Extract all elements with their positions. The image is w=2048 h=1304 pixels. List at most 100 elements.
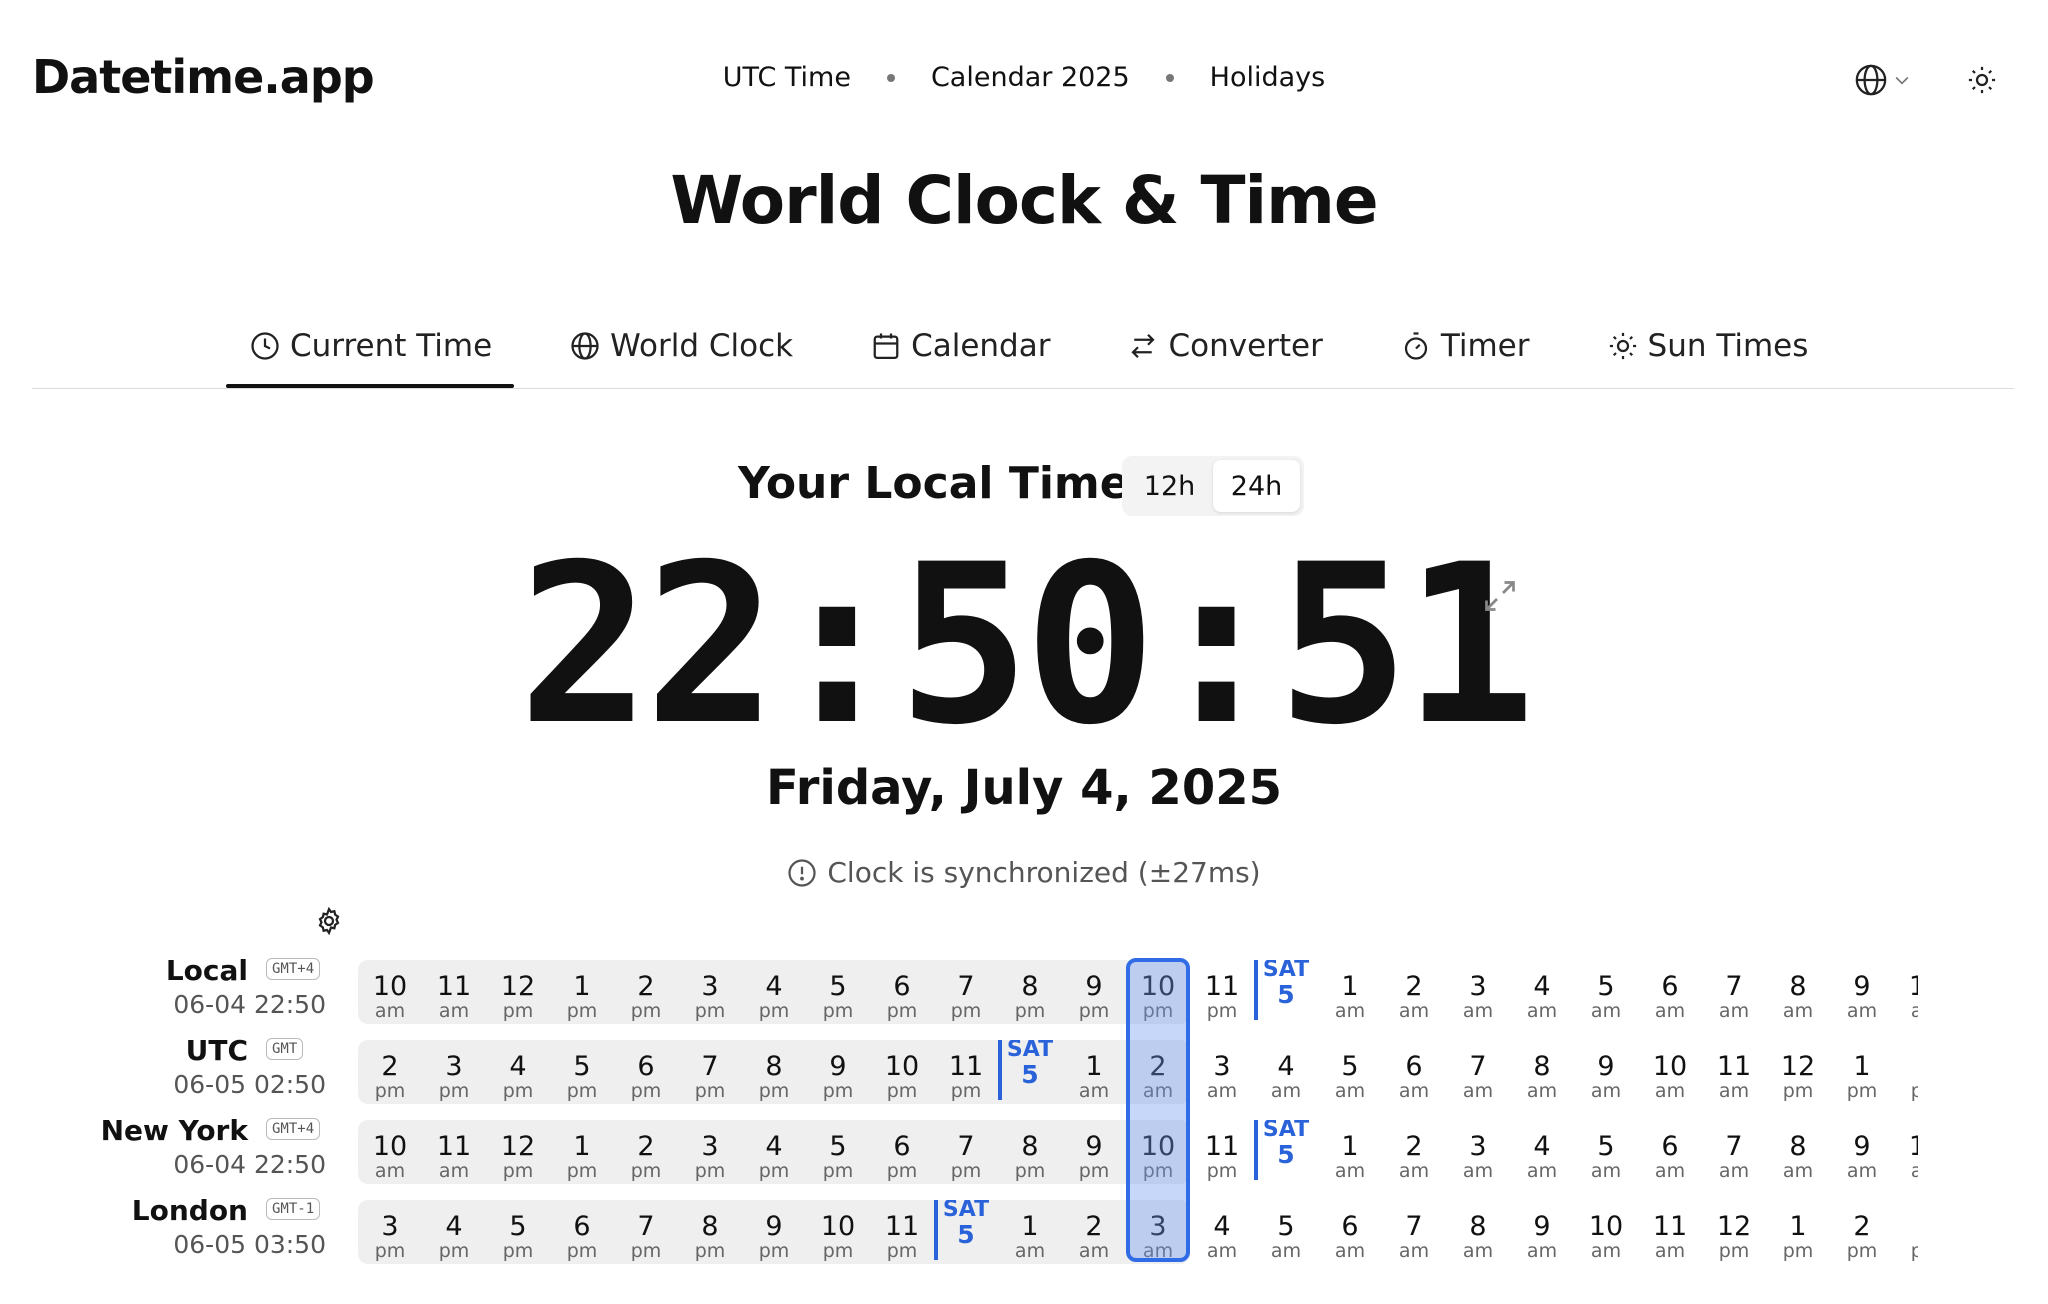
hour-cell[interactable]: 4 pm: [742, 960, 806, 1024]
hour-cell[interactable]: 10am: [358, 1120, 422, 1184]
hour-cell[interactable]: 3 am: [1446, 1120, 1510, 1184]
hour-cell[interactable]: 1 am: [1318, 960, 1382, 1024]
hour-strip[interactable]: 10 am 11 am 12 pm 1 pm 2 pm 3 pm 4 pm 5 pm 6 pm 7 pm 8 pm 9 pm 1…: [358, 960, 1918, 1024]
hour-cell[interactable]: 5 pm: [806, 960, 870, 1024]
hour-cell[interactable]: 4 am: [1510, 1120, 1574, 1184]
tab-sun-times[interactable]: Sun Times: [1584, 318, 1831, 374]
hour-cell[interactable]: 5 pm: [806, 1120, 870, 1184]
hour-cell[interactable]: 7 am: [1446, 1040, 1510, 1104]
hour-cell[interactable]: 10 pm: [1126, 1120, 1190, 1184]
nav-link-utc-time[interactable]: UTC Time: [723, 62, 851, 93]
hour-cell[interactable]: 1 pm: [1830, 1040, 1894, 1104]
fullscreen-button[interactable]: [1482, 578, 1518, 614]
format-12h-button[interactable]: 12h: [1126, 460, 1213, 512]
hour-cell[interactable]: 1 am: [998, 1200, 1062, 1264]
hour-strip[interactable]: 3 pm 4 pm 5 pm 6 pm 7 pm 8 pm 9 pm 10 pm 11 pm SAT 5 1 am 2 am 3…: [358, 1200, 1918, 1264]
hour-cell[interactable]: 7 pm: [934, 960, 998, 1024]
hour-cell[interactable]: 6 pm: [870, 1120, 934, 1184]
hour-cell[interactable]: 3 am: [1126, 1200, 1190, 1264]
timezone-settings-button[interactable]: [314, 906, 346, 938]
hour-cell[interactable]: 2pm: [614, 960, 678, 1024]
hour-cell[interactable]: 5 pm: [550, 1040, 614, 1104]
hour-cell[interactable]: 6 am: [1638, 1120, 1702, 1184]
hour-cell[interactable]: 11 pm: [1190, 960, 1254, 1024]
hour-cell[interactable]: 3pm: [678, 1120, 742, 1184]
hour-cell[interactable]: 1 am: [1062, 1040, 1126, 1104]
hour-cell[interactable]: 12 pm: [1702, 1200, 1766, 1264]
hour-cell[interactable]: 11 pm: [934, 1040, 998, 1104]
hour-cell[interactable]: 10am: [1894, 960, 1918, 1024]
hour-cell[interactable]: 9 pm: [806, 1040, 870, 1104]
hour-cell[interactable]: 2 am: [1126, 1040, 1190, 1104]
hour-cell[interactable]: 6 pm: [550, 1200, 614, 1264]
hour-strip[interactable]: 2 pm 3 pm 4 pm 5 pm 6 pm 7 pm 8 pm 9 pm 10 pm 11 pm SAT 5 1 am 2…: [358, 1040, 1918, 1104]
hour-cell[interactable]: 10am: [1574, 1200, 1638, 1264]
hour-cell[interactable]: 5 pm: [486, 1200, 550, 1264]
hour-cell[interactable]: 3 am: [1446, 960, 1510, 1024]
hour-cell[interactable]: 12 pm: [486, 960, 550, 1024]
hour-cell[interactable]: 8 am: [1446, 1200, 1510, 1264]
hour-cell[interactable]: 3pm: [678, 960, 742, 1024]
hour-cell[interactable]: 6 am: [1382, 1040, 1446, 1104]
hour-cell[interactable]: 7 am: [1702, 1120, 1766, 1184]
hour-cell[interactable]: 8 pm: [742, 1040, 806, 1104]
tab-calendar[interactable]: Calendar: [847, 318, 1072, 374]
hour-cell[interactable]: 7 am: [1382, 1200, 1446, 1264]
hour-cell[interactable]: 8 pm: [998, 1120, 1062, 1184]
hour-cell[interactable]: 4 pm: [422, 1200, 486, 1264]
hour-cell[interactable]: 11 am: [1702, 1040, 1766, 1104]
hour-cell[interactable]: 10 pm: [870, 1040, 934, 1104]
hour-cell[interactable]: 12 pm: [1766, 1040, 1830, 1104]
hour-cell[interactable]: 9 am: [1830, 960, 1894, 1024]
hour-cell[interactable]: 8 pm: [998, 960, 1062, 1024]
hour-cell[interactable]: 4 am: [1254, 1040, 1318, 1104]
hour-strip[interactable]: 10 am 11 am 12 pm 1 pm 2 pm 3 pm 4 pm 5 pm 6 pm 7 pm 8 pm 9 pm 1…: [358, 1120, 1918, 1184]
hour-cell[interactable]: 5 am: [1574, 1120, 1638, 1184]
hour-cell[interactable]: 2pm: [1894, 1040, 1918, 1104]
hour-cell[interactable]: 10 pm: [1126, 960, 1190, 1024]
hour-cell[interactable]: 9 am: [1574, 1040, 1638, 1104]
hour-cell[interactable]: 10 pm: [806, 1200, 870, 1264]
hour-cell[interactable]: 2 am: [1062, 1200, 1126, 1264]
hour-cell[interactable]: 7 pm: [614, 1200, 678, 1264]
hour-cell[interactable]: 3 am: [1190, 1040, 1254, 1104]
hour-cell[interactable]: 5 am: [1574, 960, 1638, 1024]
hour-cell[interactable]: 8 pm: [678, 1200, 742, 1264]
hour-cell[interactable]: 6 am: [1638, 960, 1702, 1024]
hour-cell[interactable]: 9 pm: [1062, 960, 1126, 1024]
hour-cell[interactable]: 6 am: [1318, 1200, 1382, 1264]
format-24h-button[interactable]: 24h: [1213, 460, 1300, 512]
hour-cell[interactable]: 1 pm: [1766, 1200, 1830, 1264]
hour-cell[interactable]: 2pm: [358, 1040, 422, 1104]
hour-cell[interactable]: 10am: [358, 960, 422, 1024]
hour-cell[interactable]: 9 pm: [1062, 1120, 1126, 1184]
hour-cell[interactable]: 1 am: [1318, 1120, 1382, 1184]
tab-timer[interactable]: Timer: [1377, 318, 1552, 374]
hour-cell[interactable]: 1 pm: [550, 960, 614, 1024]
tab-current-time[interactable]: Current Time: [226, 318, 515, 388]
hour-cell[interactable]: 11 pm: [870, 1200, 934, 1264]
tab-converter[interactable]: Converter: [1104, 318, 1344, 374]
hour-cell[interactable]: 5 am: [1254, 1200, 1318, 1264]
hour-cell[interactable]: 11 am: [422, 960, 486, 1024]
hour-cell[interactable]: 11 pm: [1190, 1120, 1254, 1184]
hour-cell[interactable]: 9 am: [1510, 1200, 1574, 1264]
hour-cell[interactable]: 5 am: [1318, 1040, 1382, 1104]
hour-cell[interactable]: 2pm: [614, 1120, 678, 1184]
hour-cell[interactable]: 1 pm: [550, 1120, 614, 1184]
hour-cell[interactable]: 2 am: [1382, 960, 1446, 1024]
hour-cell[interactable]: 7 am: [1702, 960, 1766, 1024]
hour-cell[interactable]: 3pm: [422, 1040, 486, 1104]
hour-cell[interactable]: 8 am: [1766, 1120, 1830, 1184]
hour-cell[interactable]: 9 am: [1830, 1120, 1894, 1184]
theme-toggle-button[interactable]: [1964, 62, 2000, 98]
hour-cell[interactable]: 12 pm: [486, 1120, 550, 1184]
tab-world-clock[interactable]: World Clock: [546, 318, 815, 374]
hour-cell[interactable]: 4 pm: [742, 1120, 806, 1184]
hour-cell[interactable]: 4 pm: [486, 1040, 550, 1104]
hour-cell[interactable]: 10am: [1894, 1120, 1918, 1184]
hour-cell[interactable]: 3pm: [358, 1200, 422, 1264]
nav-link-holidays[interactable]: Holidays: [1210, 62, 1326, 93]
hour-cell[interactable]: 7 pm: [678, 1040, 742, 1104]
hour-cell[interactable]: 2 am: [1382, 1120, 1446, 1184]
